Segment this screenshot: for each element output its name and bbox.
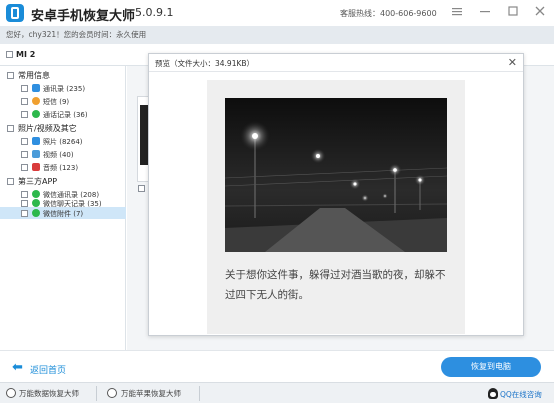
back-home-link[interactable]: 返回首页: [30, 363, 66, 376]
action-bar: ⬅ 返回首页 恢复到电脑: [0, 350, 554, 382]
preview-dialog-header: 预览（文件大小：34.91KB） ✕: [149, 54, 523, 72]
call-log-icon: [32, 110, 40, 118]
category-checkbox[interactable]: [7, 125, 14, 132]
footer-divider: [96, 386, 97, 401]
category-checkbox[interactable]: [7, 72, 14, 79]
device-checkbox[interactable]: [6, 51, 13, 58]
audio-icon: [32, 163, 40, 171]
restore-to-pc-button[interactable]: 恢复到电脑: [441, 357, 541, 377]
contacts-icon: [32, 84, 40, 92]
app-logo: [6, 4, 24, 22]
data-recovery-icon: [6, 388, 16, 398]
category-label: 第三方APP: [18, 177, 58, 186]
photo-icon: [32, 137, 40, 145]
item-checkbox[interactable]: [21, 191, 28, 198]
sidebar-item-wechat-attachments[interactable]: 微信附件 (7): [43, 209, 83, 219]
sidebar-item-call-log[interactable]: 通话记录 (36): [43, 110, 88, 120]
sidebar-item-wechat-chats[interactable]: 微信聊天记录 (35): [43, 199, 102, 209]
category-sidebar: 常用信息 通讯录 (235) 短信 (9) 通话记录 (36) 照片/视频及其它…: [0, 66, 126, 350]
preview-image: 关于想你这件事，躲得过对酒当歌的夜，却躲不过四下无人的街。: [207, 80, 465, 334]
wechat-icon: [32, 209, 40, 217]
footer-link-data-recovery[interactable]: 万能数据恢复大师: [19, 388, 79, 399]
item-checkbox[interactable]: [21, 151, 28, 158]
sidebar-item-contacts[interactable]: 通讯录 (235): [43, 84, 85, 94]
item-checkbox[interactable]: [21, 138, 28, 145]
minimize-icon[interactable]: [477, 5, 493, 21]
sidebar-item-videos[interactable]: 视频 (40): [43, 150, 74, 160]
qq-icon: [488, 388, 498, 399]
apple-recovery-icon: [107, 388, 117, 398]
category-checkbox[interactable]: [7, 178, 14, 185]
maximize-icon[interactable]: [505, 5, 521, 21]
footer-divider: [199, 386, 200, 401]
preview-caption: 关于想你这件事，躲得过对酒当歌的夜，却躲不过四下无人的街。: [225, 269, 446, 301]
hotline-text: 客服热线：400-606-9600: [340, 9, 437, 18]
item-checkbox[interactable]: [21, 200, 28, 207]
title-bar: 安卓手机恢复大师 5.0.9.1 客服热线：400-606-9600: [0, 0, 554, 26]
app-title: 安卓手机恢复大师: [31, 9, 136, 24]
sms-icon: [32, 97, 40, 105]
menu-icon[interactable]: [449, 5, 465, 21]
preview-title: 预览（文件大小：34.91KB）: [155, 59, 255, 68]
wechat-icon: [32, 190, 40, 198]
sidebar-item-audio[interactable]: 音频 (123): [43, 163, 78, 173]
night-street-photo: [225, 98, 447, 252]
item-checkbox[interactable]: [21, 98, 28, 105]
footer-link-apple-recovery[interactable]: 万能苹果恢复大师: [121, 388, 181, 399]
wechat-icon: [32, 199, 40, 207]
item-checkbox[interactable]: [21, 85, 28, 92]
preview-dialog: 预览（文件大小：34.91KB） ✕ 关于想你这件事，躲得过对酒当歌的夜，却躲不…: [148, 53, 524, 336]
close-icon[interactable]: [532, 5, 548, 21]
category-label: 照片/视频及其它: [18, 124, 77, 133]
qq-online-consult-link[interactable]: QQ在线咨询: [500, 389, 542, 400]
video-icon: [32, 150, 40, 158]
thumbnail-checkbox[interactable]: [138, 185, 145, 192]
category-label: 常用信息: [18, 71, 50, 80]
member-info-bar: 您好，chy321！您的会员时间：永久使用: [0, 26, 554, 44]
close-icon[interactable]: ✕: [508, 56, 517, 69]
sidebar-item-photos[interactable]: 照片 (8264): [43, 137, 83, 147]
item-checkbox[interactable]: [21, 111, 28, 118]
sidebar-item-sms[interactable]: 短信 (9): [43, 97, 69, 107]
item-checkbox[interactable]: [21, 210, 28, 217]
footer-bar: 万能数据恢复大师 万能苹果恢复大师 QQ在线咨询: [0, 382, 554, 403]
item-checkbox[interactable]: [21, 164, 28, 171]
back-arrow-icon[interactable]: ⬅: [12, 360, 23, 375]
app-version: 5.0.9.1: [135, 6, 174, 19]
device-name: MI 2: [16, 50, 36, 59]
